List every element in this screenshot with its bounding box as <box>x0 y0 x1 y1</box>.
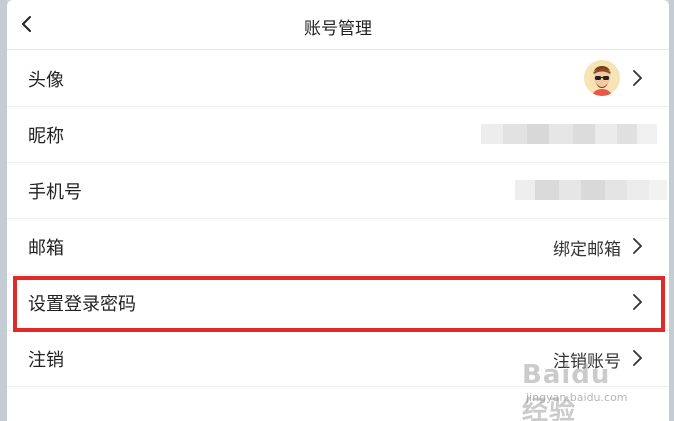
background-strip-left <box>0 0 7 421</box>
avatar <box>584 60 620 96</box>
row-email[interactable]: 邮箱 绑定邮箱 <box>7 218 669 275</box>
account-management-panel: 账号管理 头像 昵称 手机号 邮箱 绑定邮箱 设置登录密码 注销 注销账号 <box>7 0 669 421</box>
screen: 账号管理 头像 昵称 手机号 邮箱 绑定邮箱 设置登录密码 注销 注销账号 Ba… <box>0 0 674 421</box>
redacted-phone <box>515 180 667 200</box>
page-title: 账号管理 <box>304 19 372 39</box>
row-deregister[interactable]: 注销 注销账号 <box>7 330 669 387</box>
background-strip-right <box>669 0 674 421</box>
chevron-right-icon <box>633 350 642 366</box>
row-label-email: 邮箱 <box>28 238 64 259</box>
avatar-icon <box>584 60 620 96</box>
redacted-nickname <box>481 124 657 144</box>
row-phone[interactable]: 手机号 <box>7 162 669 219</box>
row-label-avatar: 头像 <box>28 70 64 91</box>
row-avatar[interactable]: 头像 <box>7 50 669 107</box>
header-bar: 账号管理 <box>7 0 669 50</box>
row-label-phone: 手机号 <box>28 182 82 203</box>
row-label-nickname: 昵称 <box>28 126 64 147</box>
chevron-right-icon <box>633 70 642 86</box>
deregister-account-value: 注销账号 <box>553 352 621 372</box>
row-set-login-password[interactable]: 设置登录密码 <box>7 274 669 331</box>
chevron-right-icon <box>633 238 642 254</box>
bind-email-value: 绑定邮箱 <box>553 240 621 260</box>
row-label-set-password: 设置登录密码 <box>28 294 136 315</box>
row-label-deregister: 注销 <box>28 350 64 371</box>
chevron-right-icon <box>633 294 642 310</box>
row-nickname[interactable]: 昵称 <box>7 106 669 163</box>
